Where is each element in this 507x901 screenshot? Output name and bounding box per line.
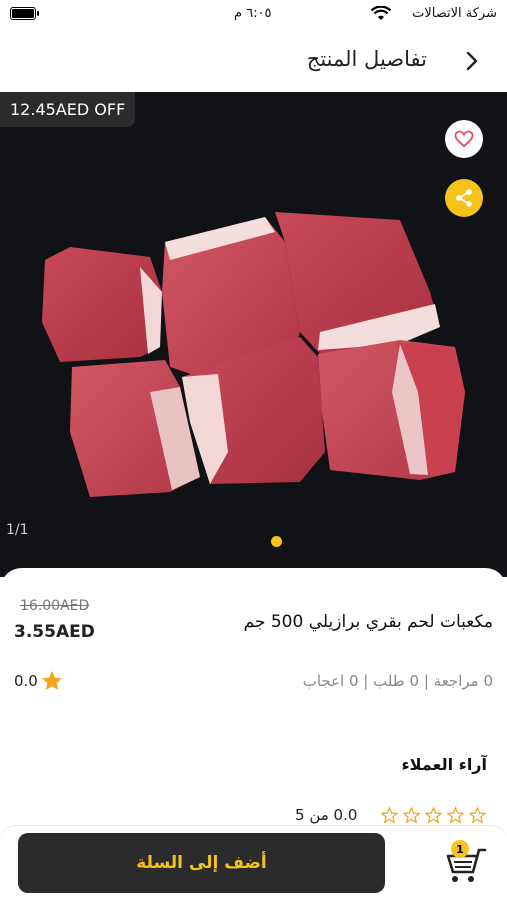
star-outline-icon (402, 806, 421, 824)
image-counter: 1/1 (6, 522, 29, 538)
page-title: تفاصيل المنتج (306, 47, 427, 71)
reviews-title: آراء العملاء (401, 755, 487, 774)
bottom-action-bar: أضف إلى السلة 1 (0, 825, 507, 901)
old-price: 16.00AED (20, 598, 90, 614)
favorite-button[interactable] (445, 120, 483, 158)
status-carrier: شركة الاتصالات (412, 6, 497, 21)
star-outline-icon (468, 806, 487, 824)
add-to-cart-button[interactable]: أضف إلى السلة (18, 833, 385, 893)
back-button[interactable] (459, 48, 485, 74)
status-time: ٦:٠٥ م (234, 6, 272, 21)
cart-count-badge: 1 (451, 840, 469, 858)
rating-value: 0.0 (14, 672, 38, 690)
star-outline-icon (446, 806, 465, 824)
beef-cubes-image (42, 212, 465, 497)
share-icon (456, 189, 472, 207)
product-stats: 0 مراجعة | 0 طلب | 0 اعجاب (302, 672, 493, 690)
product-name: مكعبات لحم بقري برازيلي 500 جم (243, 612, 493, 632)
product-image[interactable]: 12.45AED OFF 1/1 (0, 92, 507, 577)
header: تفاصيل المنتج (0, 30, 507, 92)
star-icon (42, 671, 62, 690)
share-button[interactable] (445, 179, 483, 217)
wifi-icon (371, 6, 391, 20)
discount-badge: 12.45AED OFF (0, 92, 136, 127)
star-outline-icon (380, 806, 399, 824)
star-outline-icon (424, 806, 443, 824)
heart-icon (454, 130, 474, 148)
pager-dot[interactable] (271, 536, 282, 547)
price: 3.55AED (14, 622, 95, 642)
battery-icon (10, 7, 39, 20)
status-bar: ٦:٠٥ م شركة الاتصالات (0, 0, 507, 30)
chevron-right-icon (466, 51, 478, 71)
rating-out-of: 0.0 من 5 (295, 806, 358, 824)
rating-stars (380, 806, 487, 825)
